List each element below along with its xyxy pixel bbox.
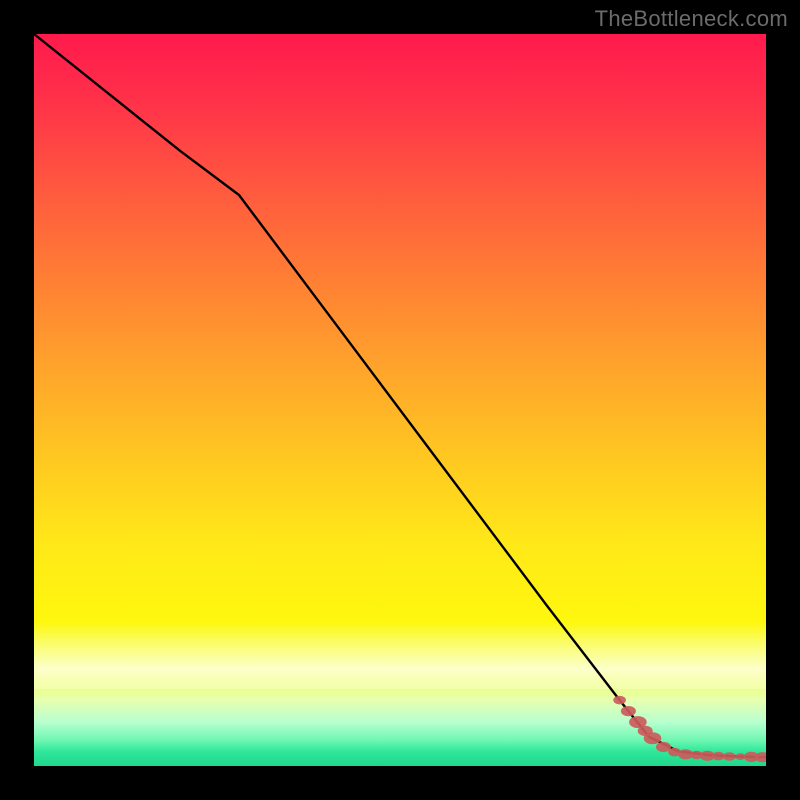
marker-dot xyxy=(690,751,703,760)
chart-svg xyxy=(34,34,766,766)
marker-dot xyxy=(755,752,766,762)
marker-dot xyxy=(656,742,671,752)
highlight-band xyxy=(34,623,766,689)
marker-dot xyxy=(712,752,725,761)
marker-dot xyxy=(668,748,681,757)
plot-area xyxy=(34,34,766,766)
marker-dot xyxy=(678,749,693,759)
marker-dot xyxy=(621,706,636,716)
marker-dot xyxy=(700,751,715,761)
marker-dot xyxy=(629,716,647,728)
marker-dot xyxy=(735,753,745,760)
bottleneck-curve-line xyxy=(34,34,766,757)
marker-dot xyxy=(644,732,662,744)
marker-dot xyxy=(723,752,736,761)
watermark-text: TheBottleneck.com xyxy=(595,6,788,32)
marker-dot xyxy=(744,752,759,762)
marker-layer xyxy=(613,696,766,763)
chart-frame: TheBottleneck.com xyxy=(0,0,800,800)
marker-dot xyxy=(638,726,653,736)
marker-dot xyxy=(613,696,626,705)
